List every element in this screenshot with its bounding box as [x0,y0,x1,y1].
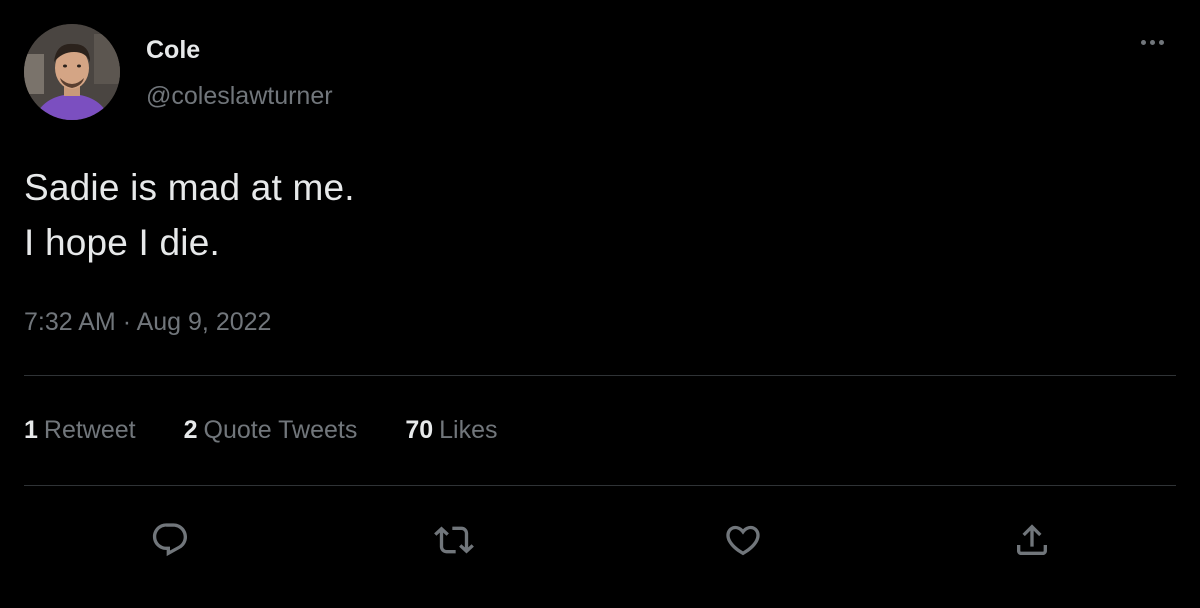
dot [1158,39,1164,45]
more-options-icon[interactable] [1132,30,1172,54]
engagement-stats: 1 Retweet 2 Quote Tweets 70 Likes [24,416,498,445]
quote-label: Quote Tweets [203,416,358,444]
tweet-card: Cole @coleslawturner Sadie is mad at me.… [0,0,1200,608]
meta-separator: · [122,308,132,336]
tweet-text: Sadie is mad at me. I hope I die. [24,160,355,270]
tweet-date: Aug 9, 2022 [136,308,272,336]
retweet-count-link[interactable]: 1 Retweet [24,416,136,445]
display-name[interactable]: Cole [146,36,200,65]
action-bar [0,512,1200,568]
tweet-line: I hope I die. [24,222,220,263]
share-button[interactable] [1004,512,1060,568]
quote-count: 2 [183,416,198,444]
divider [24,375,1176,376]
divider [24,485,1176,486]
retweet-label: Retweet [43,416,136,444]
reply-icon [152,523,188,557]
dot [1149,39,1155,45]
user-handle[interactable]: @coleslawturner [146,82,333,111]
tweet-line: Sadie is mad at me. [24,167,355,208]
like-count: 70 [405,416,434,444]
like-label: Likes [439,416,498,444]
reply-button[interactable] [142,512,198,568]
like-button[interactable] [715,512,771,568]
tweet-time: 7:32 AM [24,308,116,336]
heart-icon [726,525,760,556]
avatar[interactable] [24,24,120,120]
avatar-photo [24,24,120,120]
tweet-timestamp[interactable]: 7:32 AM · Aug 9, 2022 [24,308,271,337]
retweet-button[interactable] [426,512,482,568]
dot [1140,39,1146,45]
like-count-link[interactable]: 70 Likes [405,416,497,445]
share-icon [1017,524,1047,555]
retweet-icon [434,526,474,554]
retweet-count: 1 [24,416,38,444]
quote-count-link[interactable]: 2 Quote Tweets [184,416,358,445]
